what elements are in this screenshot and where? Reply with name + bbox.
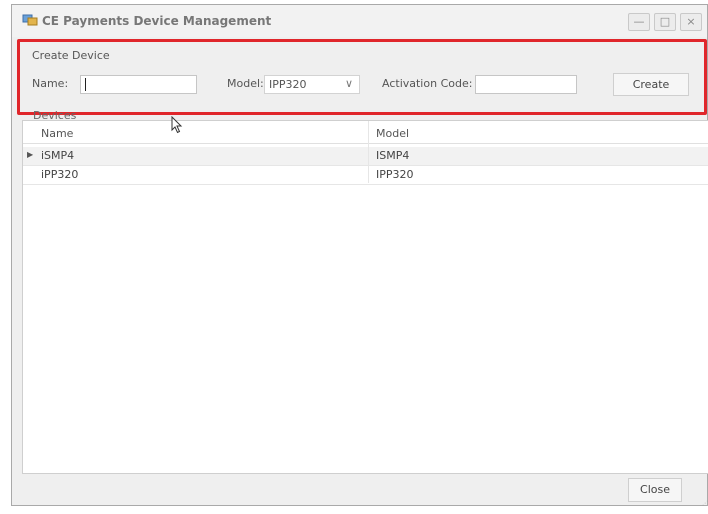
column-header-model[interactable]: Model: [376, 127, 409, 140]
name-label: Name:: [32, 77, 69, 90]
window-title: CE Payments Device Management: [42, 14, 272, 28]
table-row[interactable]: ▶ iSMP4 ISMP4: [23, 147, 708, 166]
row-name-cell: iPP320: [41, 168, 79, 181]
device-management-window: CE Payments Device Management — □ × Crea…: [11, 4, 708, 507]
mouse-pointer-icon: [171, 116, 183, 134]
text-caret: [85, 78, 86, 91]
grid-header: Name Model: [23, 125, 708, 144]
title-bar[interactable]: CE Payments Device Management — □ ×: [12, 5, 707, 37]
close-window-button[interactable]: ×: [680, 13, 702, 31]
row-model-cell: ISMP4: [376, 149, 410, 162]
row-model-cell: IPP320: [376, 168, 414, 181]
model-label: Model:: [227, 77, 264, 90]
create-device-title: Create Device: [32, 49, 110, 62]
table-row[interactable]: iPP320 IPP320: [23, 166, 708, 185]
resize-grip-icon[interactable]: ⋰: [702, 500, 708, 507]
minimize-button[interactable]: —: [628, 13, 650, 31]
create-button[interactable]: Create: [613, 73, 689, 96]
devices-grid[interactable]: Name Model ▶ iSMP4 ISMP4 iPP320 IPP320: [22, 120, 708, 474]
model-select-value: IPP320: [269, 78, 307, 91]
close-button[interactable]: Close: [628, 478, 682, 502]
close-icon: ×: [686, 15, 696, 28]
maximize-icon: □: [659, 15, 671, 28]
activation-code-input[interactable]: [475, 75, 577, 94]
create-device-group: Create Device Name: Model: IPP320 ∨ Acti…: [17, 39, 707, 115]
maximize-button[interactable]: □: [654, 13, 676, 31]
minimize-icon: —: [633, 15, 645, 28]
column-divider: [368, 121, 369, 183]
chevron-down-icon: ∨: [344, 77, 353, 90]
model-select[interactable]: IPP320 ∨: [264, 75, 360, 94]
name-input[interactable]: [80, 75, 197, 94]
activation-code-label: Activation Code:: [382, 77, 473, 90]
app-icon: [22, 14, 38, 26]
row-name-cell: iSMP4: [41, 149, 75, 162]
column-header-name[interactable]: Name: [41, 127, 73, 140]
row-selector-icon: ▶: [27, 150, 34, 159]
